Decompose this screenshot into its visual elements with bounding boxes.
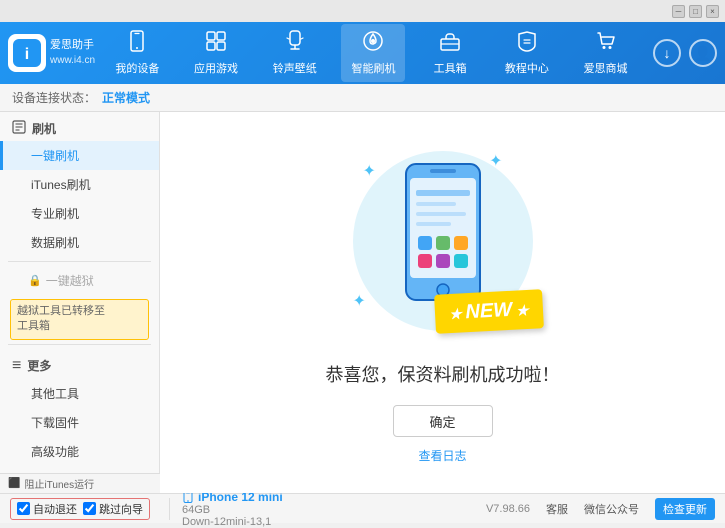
apps-icon xyxy=(205,30,227,58)
more-icon: ≡ xyxy=(12,357,21,375)
nav-item-shop[interactable]: 爱思商城 xyxy=(574,24,638,82)
sparkle-3: ✦ xyxy=(353,291,366,311)
confirm-button[interactable]: 确定 xyxy=(393,405,493,437)
flash-section-icon xyxy=(12,120,26,137)
sidebar-item-itunes-flash[interactable]: iTunes刷机 xyxy=(0,170,159,199)
flash-icon xyxy=(362,30,384,58)
skip-guide-checkbox[interactable]: 跳过向导 xyxy=(83,501,143,517)
sparkle-2: ✦ xyxy=(489,151,502,171)
wechat-link[interactable]: 微信公众号 xyxy=(584,501,639,517)
check-update-btn[interactable]: 检查更新 xyxy=(655,498,715,520)
nav-item-ringtones[interactable]: 铃声壁纸 xyxy=(263,24,327,82)
logo-text: 爱思助手 www.i4.cn xyxy=(50,38,95,67)
bottom-device: iPhone 12 mini 64GB Down-12mini-13,1 xyxy=(170,490,486,528)
user-btn[interactable]: 👤 xyxy=(689,39,717,67)
sidebar-item-other-tools[interactable]: 其他工具 xyxy=(0,379,159,408)
logo: i 爱思助手 www.i4.cn xyxy=(8,34,98,72)
nav-bar: i 爱思助手 www.i4.cn 我的设备 xyxy=(0,22,725,84)
customer-service-link[interactable]: 客服 xyxy=(546,501,568,517)
sparkle-1: ✦ xyxy=(363,161,376,181)
nav-items: 我的设备 应用游戏 xyxy=(98,24,645,82)
daily-link[interactable]: 查看日志 xyxy=(418,447,466,464)
phone-illustration: ✦ ✦ ✦ xyxy=(333,141,553,341)
success-text: 恭喜您，保资料刷机成功啦！ xyxy=(326,361,560,387)
itunes-bar: ⬛ 阻止iTunes运行 xyxy=(0,473,160,493)
nav-item-my-device[interactable]: 我的设备 xyxy=(105,24,169,82)
title-bar: ─ □ × xyxy=(0,0,725,22)
device-storage: 64GB xyxy=(182,504,474,516)
close-btn[interactable]: × xyxy=(706,5,719,18)
sidebar-item-download-firmware[interactable]: 下载固件 xyxy=(0,408,159,437)
download-btn[interactable]: ↓ xyxy=(653,39,681,67)
bottom-right: V7.98.66 客服 微信公众号 检查更新 xyxy=(486,498,715,520)
skip-guide-input[interactable] xyxy=(83,502,96,515)
nav-right: ↓ 👤 xyxy=(653,39,717,67)
ringtone-icon xyxy=(284,30,306,58)
toolbox-icon xyxy=(439,30,461,58)
device-firmware: Down-12mini-13,1 xyxy=(182,516,474,528)
nav-item-toolbox[interactable]: 工具箱 xyxy=(420,24,480,82)
stop-icon: ⬛ xyxy=(8,478,20,489)
maximize-btn[interactable]: □ xyxy=(689,5,702,18)
main-content: 刷机 一键刷机 iTunes刷机 专业刷机 数据刷机 🔒 一键越狱 越狱工具已转… xyxy=(0,112,725,493)
bottom-left: 自动退还 跳过向导 xyxy=(10,498,170,520)
status-bar: 设备连接状态： 正常模式 xyxy=(0,84,725,112)
auto-close-input[interactable] xyxy=(17,502,30,515)
divider-1 xyxy=(8,261,151,262)
minimize-btn[interactable]: ─ xyxy=(672,5,685,18)
version-label: V7.98.66 xyxy=(486,503,530,515)
section-header-more: ≡ 更多 xyxy=(0,349,159,379)
sidebar-item-pro-flash[interactable]: 专业刷机 xyxy=(0,199,159,228)
shop-icon xyxy=(595,30,617,58)
sidebar-item-advanced[interactable]: 高级功能 xyxy=(0,437,159,466)
nav-item-tutorial[interactable]: 教程中心 xyxy=(495,24,559,82)
tutorial-icon xyxy=(516,30,538,58)
sidebar: 刷机 一键刷机 iTunes刷机 专业刷机 数据刷机 🔒 一键越狱 越狱工具已转… xyxy=(0,112,160,493)
divider-2 xyxy=(8,344,151,345)
auto-close-checkbox[interactable]: 自动退还 xyxy=(17,501,77,517)
content-area: ✦ ✦ ✦ xyxy=(160,112,725,493)
section-header-jailbreak: 🔒 一键越狱 xyxy=(0,266,159,295)
lock-icon: 🔒 xyxy=(28,274,42,287)
device-icon xyxy=(126,30,148,58)
section-header-flash: 刷机 xyxy=(0,112,159,141)
new-badge: NEW xyxy=(434,289,543,334)
bottom-bar: 自动退还 跳过向导 iPhone 12 mini 64GB Down-12min… xyxy=(0,493,725,523)
logo-icon: i xyxy=(8,34,46,72)
nav-item-apps-games[interactable]: 应用游戏 xyxy=(184,24,248,82)
svg-text:i: i xyxy=(25,46,29,63)
jailbreak-warning: 越狱工具已转移至工具箱 xyxy=(10,299,149,340)
nav-item-smart-flash[interactable]: 智能刷机 xyxy=(341,24,405,82)
sidebar-item-one-key-flash[interactable]: 一键刷机 xyxy=(0,141,159,170)
sidebar-item-data-flash[interactable]: 数据刷机 xyxy=(0,228,159,257)
